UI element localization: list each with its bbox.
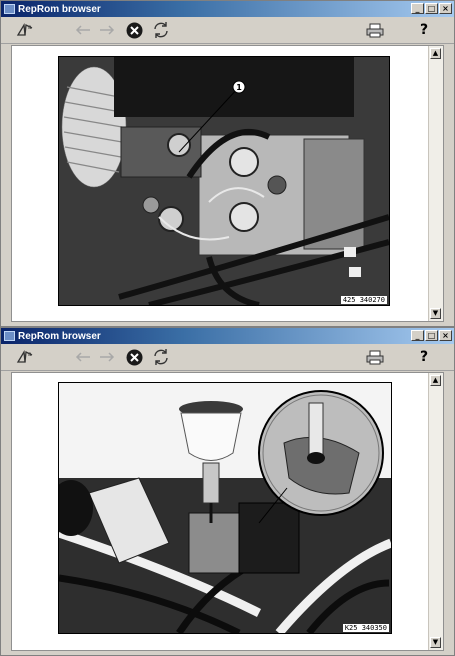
callout-label: 1 <box>236 83 242 92</box>
toolbar: a ? <box>1 17 454 44</box>
stop-icon[interactable] <box>124 348 144 366</box>
scroll-down-button[interactable]: ▼ <box>430 308 441 319</box>
scroll-down-button[interactable]: ▼ <box>430 637 441 648</box>
title-bar[interactable]: RepRom browser _ □ × <box>1 328 454 344</box>
content-pane: 1 425 340270 ▲ ▼ <box>11 45 444 322</box>
figure-code: 425 340270 <box>340 296 387 304</box>
minimize-button[interactable]: _ <box>411 3 424 14</box>
refresh-icon[interactable] <box>151 348 171 366</box>
back-arrow-icon[interactable] <box>73 21 93 39</box>
print-icon[interactable] <box>365 348 385 366</box>
maximize-button[interactable]: □ <box>425 3 438 14</box>
minimize-button[interactable]: _ <box>411 330 424 341</box>
close-button[interactable]: × <box>439 330 452 341</box>
svg-text:a: a <box>28 351 32 358</box>
stop-icon[interactable] <box>124 21 144 39</box>
vertical-scrollbar[interactable]: ▲ ▼ <box>428 46 443 321</box>
title-bar[interactable]: RepRom browser _ □ × <box>1 1 454 17</box>
figure-code: K25 340350 <box>342 624 389 632</box>
window-title: RepRom browser <box>18 330 101 342</box>
svg-text:a: a <box>28 24 32 31</box>
book-icon[interactable]: a <box>15 348 35 366</box>
scroll-up-button[interactable]: ▲ <box>430 375 441 386</box>
window-title: RepRom browser <box>18 3 101 15</box>
help-icon[interactable]: ? <box>417 21 431 39</box>
app-icon <box>4 331 15 341</box>
browser-window-top: RepRom browser _ □ × a ? 1 425 340270 ▲ … <box>0 0 455 327</box>
close-button[interactable]: × <box>439 3 452 14</box>
repair-photo: K25 340350 <box>58 382 392 634</box>
vertical-scrollbar[interactable]: ▲ ▼ <box>428 373 443 650</box>
forward-arrow-icon[interactable] <box>97 348 117 366</box>
maximize-button[interactable]: □ <box>425 330 438 341</box>
forward-arrow-icon[interactable] <box>97 21 117 39</box>
print-icon[interactable] <box>365 21 385 39</box>
content-pane: K25 340350 ▲ ▼ <box>11 372 444 651</box>
browser-window-bottom: RepRom browser _ □ × a ? K25 340350 ▲ ▼ <box>0 327 455 656</box>
app-icon <box>4 4 15 14</box>
back-arrow-icon[interactable] <box>73 348 93 366</box>
scroll-up-button[interactable]: ▲ <box>430 48 441 59</box>
help-icon[interactable]: ? <box>417 348 431 366</box>
toolbar: a ? <box>1 344 454 371</box>
book-icon[interactable]: a <box>15 21 35 39</box>
repair-photo: 1 425 340270 <box>58 56 390 306</box>
refresh-icon[interactable] <box>151 21 171 39</box>
